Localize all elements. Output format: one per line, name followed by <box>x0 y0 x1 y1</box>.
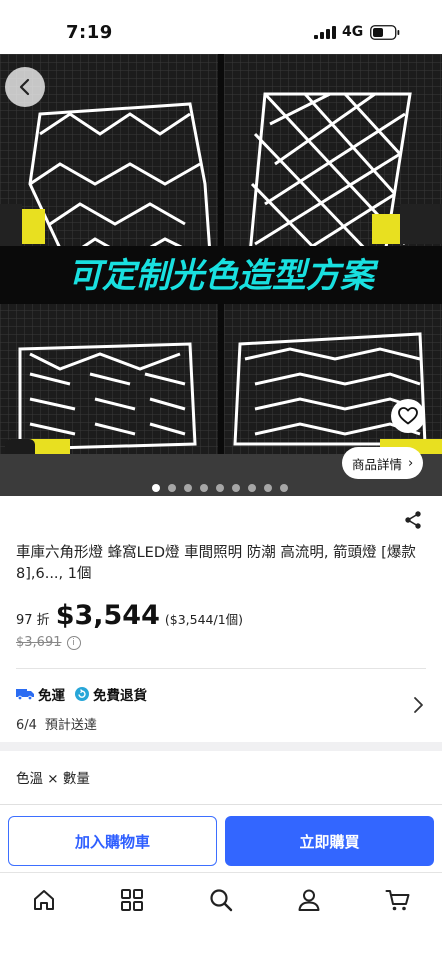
banner-text: 可定制光色造型方案 <box>68 256 379 296</box>
back-button[interactable] <box>5 67 45 107</box>
heart-icon <box>398 407 418 425</box>
favorite-button[interactable] <box>391 399 425 433</box>
product-image: 可定制光色造型方案 <box>0 54 442 496</box>
carousel-dot[interactable] <box>280 484 288 492</box>
discount-label: 97 折 <box>16 613 50 628</box>
search-icon[interactable] <box>208 887 234 913</box>
free-shipping-label: 免運 <box>38 688 65 704</box>
truck-icon <box>16 689 34 700</box>
info-icon[interactable]: i <box>66 635 81 650</box>
home-icon[interactable] <box>31 887 57 913</box>
carousel-dot[interactable] <box>264 484 272 492</box>
product-image-carousel[interactable]: 可定制光色造型方案 商品詳情 › <box>0 54 442 496</box>
account-icon[interactable] <box>296 887 322 913</box>
carousel-dot[interactable] <box>152 484 160 492</box>
signal-icon <box>314 26 336 39</box>
carousel-dot[interactable] <box>216 484 224 492</box>
carousel-dot[interactable] <box>200 484 208 492</box>
chevron-right-icon <box>414 697 423 713</box>
product-title: 車庫六角形燈 蜂窩LED燈 車間照明 防潮 高流明, 箭頭燈 [爆款 8],6.… <box>16 545 416 582</box>
delivery-eta-label: 預計送達 <box>44 718 97 733</box>
unit-price: ($3,544/1個) <box>164 612 244 627</box>
battery-icon <box>370 25 400 40</box>
original-price: $3,691 <box>16 635 62 650</box>
return-icon <box>75 687 89 701</box>
categories-icon[interactable] <box>119 887 145 913</box>
share-icon[interactable] <box>403 510 423 530</box>
product-details-label: 商品詳情 <box>352 456 403 472</box>
add-to-cart-button[interactable]: 加入購物車 <box>8 816 217 866</box>
section-separator <box>0 742 442 751</box>
status-time: 7:19 <box>66 22 113 43</box>
action-bar: 加入購物車 立即購買 <box>0 806 442 872</box>
product-details-button[interactable]: 商品詳情 › <box>342 447 424 479</box>
free-returns-label: 免費退貨 <box>93 688 147 704</box>
price-row: 97 折 $3,544 ($3,544/1個) <box>16 600 243 631</box>
buy-now-button[interactable]: 立即購買 <box>225 816 434 866</box>
variant-selector-label[interactable]: 色溫 × 數量 <box>16 767 90 787</box>
divider <box>16 668 426 669</box>
chevron-left-icon <box>19 78 30 96</box>
shipping-info[interactable]: 免運 免費退貨 6/4 預計送達 <box>16 684 426 734</box>
bottom-tab-bar <box>0 873 442 928</box>
status-bar: 7:19 4G <box>0 0 442 54</box>
carousel-dot[interactable] <box>248 484 256 492</box>
carousel-dot[interactable] <box>184 484 192 492</box>
divider <box>0 804 442 805</box>
network-type: 4G <box>342 24 364 40</box>
sale-price: $3,544 <box>55 600 160 631</box>
carousel-dot[interactable] <box>232 484 240 492</box>
carousel-dot[interactable] <box>168 484 176 492</box>
carousel-indicator <box>152 484 288 492</box>
cart-icon[interactable] <box>385 887 411 913</box>
chevron-right-icon: › <box>408 455 414 471</box>
delivery-date: 6/4 <box>16 718 37 733</box>
original-price-row: $3,691 i <box>16 635 81 650</box>
